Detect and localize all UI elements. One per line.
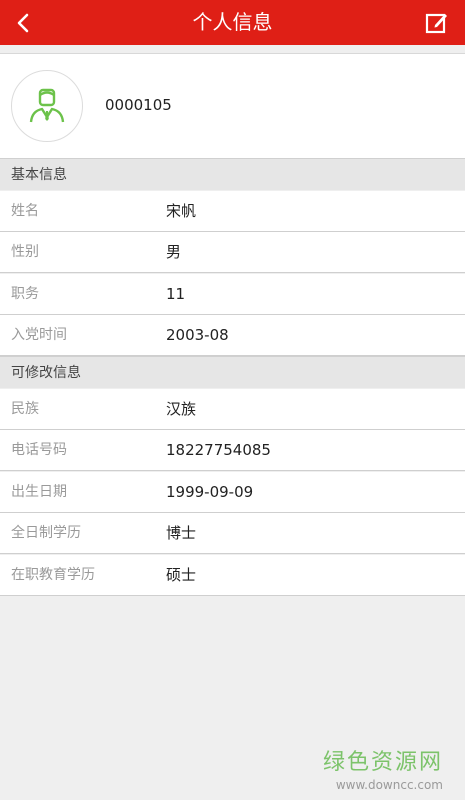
field-row-ethnicity[interactable]: 民族 汉族 xyxy=(0,389,465,430)
avatar xyxy=(11,70,83,142)
field-value: 硕士 xyxy=(166,566,197,584)
field-row-name: 姓名 宋帆 xyxy=(0,191,465,232)
page-title: 个人信息 xyxy=(192,10,273,34)
field-label: 性别 xyxy=(11,244,39,260)
field-label: 电话号码 xyxy=(11,442,67,458)
field-value: 宋帆 xyxy=(166,202,197,220)
watermark: 绿色资源网 www.downcc.com xyxy=(323,744,443,792)
section-header-basic: 基本信息 xyxy=(0,158,465,190)
field-row-party-join-date: 入党时间 2003-08 xyxy=(0,315,465,356)
field-row-phone[interactable]: 电话号码 18227754085 xyxy=(0,430,465,471)
top-bar: 个人信息 xyxy=(0,0,465,45)
edit-button[interactable] xyxy=(409,0,465,45)
field-value: 18227754085 xyxy=(166,441,271,459)
field-value: 11 xyxy=(166,285,186,303)
user-id: 0000105 xyxy=(105,96,172,114)
field-label: 姓名 xyxy=(11,203,39,219)
field-value: 博士 xyxy=(166,524,197,542)
field-label: 在职教育学历 xyxy=(11,567,95,583)
field-row-gender: 性别 男 xyxy=(0,232,465,273)
section-header-editable: 可修改信息 xyxy=(0,356,465,388)
user-avatar-icon xyxy=(29,88,65,123)
field-value: 男 xyxy=(166,243,182,261)
field-row-inservice-education[interactable]: 在职教育学历 硕士 xyxy=(0,555,465,596)
field-label: 民族 xyxy=(11,401,39,417)
field-row-fulltime-education[interactable]: 全日制学历 博士 xyxy=(0,513,465,554)
field-row-position: 职务 11 xyxy=(0,274,465,315)
watermark-url: www.downcc.com xyxy=(335,778,443,792)
edit-icon xyxy=(425,13,447,33)
field-label: 入党时间 xyxy=(11,327,67,343)
field-value: 2003-08 xyxy=(166,326,229,344)
watermark-logo-text: 绿色资源网 xyxy=(322,750,443,775)
field-value: 汉族 xyxy=(166,400,197,418)
field-label: 出生日期 xyxy=(11,484,67,500)
field-label: 职务 xyxy=(11,286,39,302)
field-label: 全日制学历 xyxy=(11,525,81,541)
profile-card[interactable]: 0000105 xyxy=(0,53,465,158)
field-row-birth-date[interactable]: 出生日期 1999-09-09 xyxy=(0,472,465,513)
field-value: 1999-09-09 xyxy=(166,483,254,501)
